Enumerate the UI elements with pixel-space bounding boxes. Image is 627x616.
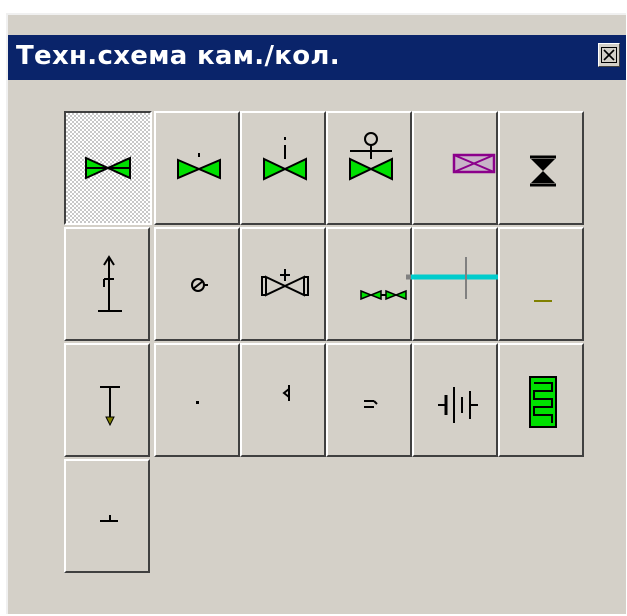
tool-line[interactable]: [498, 227, 584, 341]
tool-hourglass[interactable]: [498, 111, 584, 225]
valve-electric-drive-icon: [349, 132, 393, 181]
palette-window: Техн.схема кам./кол.: [6, 13, 626, 614]
gauge-icon: [191, 278, 208, 292]
valve-with-stem-icon: [177, 153, 221, 180]
bracketed-valve-icon: [261, 269, 309, 297]
tool-hook[interactable]: [240, 343, 326, 457]
crossed-box-icon: [452, 153, 496, 174]
transition-icon: [364, 400, 378, 408]
dot-icon: [196, 401, 199, 404]
hourglass-valve-icon: [530, 155, 556, 187]
tool-flange[interactable]: [412, 343, 498, 457]
hydrant-icon: [98, 255, 122, 312]
tool-valve-manual[interactable]: [240, 111, 326, 225]
tool-valve[interactable]: [64, 111, 152, 225]
gate-valve-icon: [85, 156, 131, 180]
tool-junction[interactable]: [64, 459, 150, 573]
line-segment-icon: [534, 300, 552, 302]
tool-hydrant[interactable]: [64, 227, 150, 341]
tool-palette: [8, 15, 627, 616]
tool-gauge[interactable]: [154, 227, 240, 341]
tool-valve-bracket[interactable]: [240, 227, 326, 341]
flange-icon: [438, 387, 478, 423]
tool-valve-electric[interactable]: [326, 111, 412, 225]
tool-box[interactable]: [412, 111, 498, 225]
tool-pipe[interactable]: [406, 227, 504, 341]
junction-icon: [100, 515, 118, 522]
tool-transition[interactable]: [326, 343, 412, 457]
tap-icon: [100, 386, 120, 427]
heater-coil-icon: [529, 376, 557, 428]
pipe-cross-icon: [406, 257, 504, 299]
hook-icon: [282, 385, 290, 401]
tool-heater[interactable]: [498, 343, 584, 457]
tool-tap[interactable]: [64, 343, 150, 457]
tool-dot[interactable]: [154, 343, 240, 457]
tool-valve-double[interactable]: [326, 227, 412, 341]
valve-manual-stem-icon: [263, 137, 307, 181]
double-valve-icon: [360, 289, 407, 301]
tool-valve-actuated[interactable]: [154, 111, 240, 225]
